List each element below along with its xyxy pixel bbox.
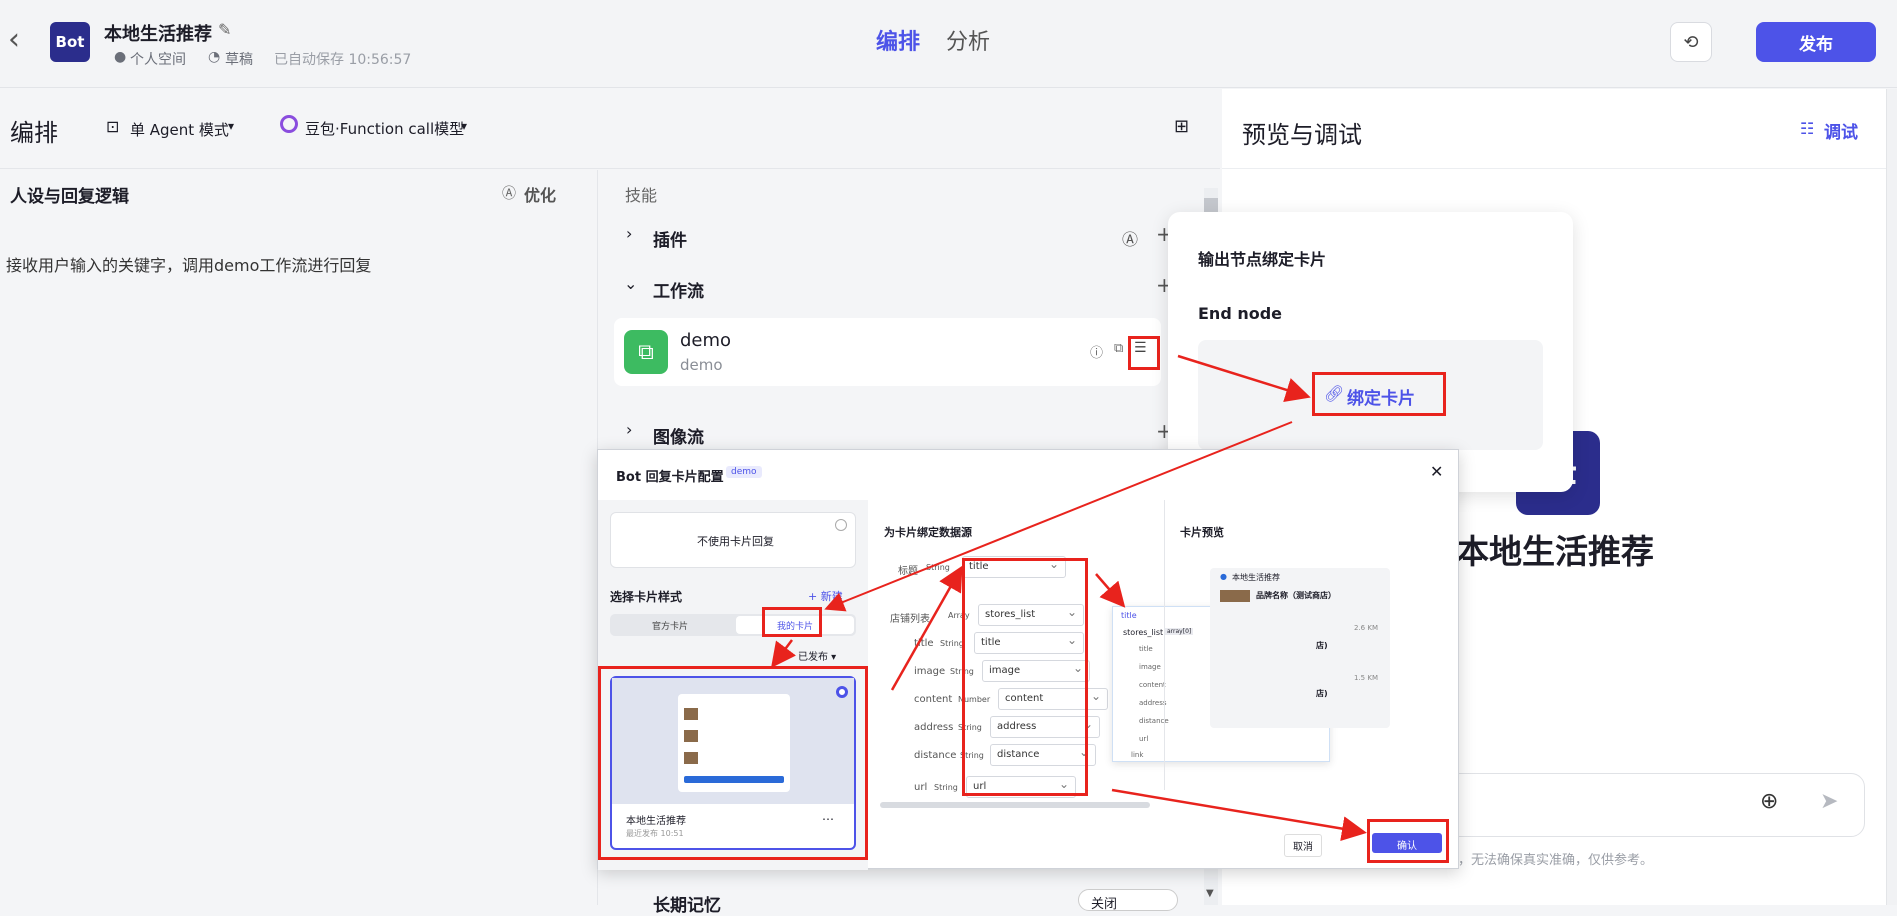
arrow-6 — [1111, 788, 1367, 842]
arrow-1 — [1177, 354, 1311, 402]
arrow-2 — [824, 421, 1293, 612]
arrow-4 — [890, 565, 963, 691]
arrow-3 — [771, 639, 796, 668]
arrow-5 — [1095, 573, 1126, 608]
annotation-arrows — [771, 354, 1367, 842]
